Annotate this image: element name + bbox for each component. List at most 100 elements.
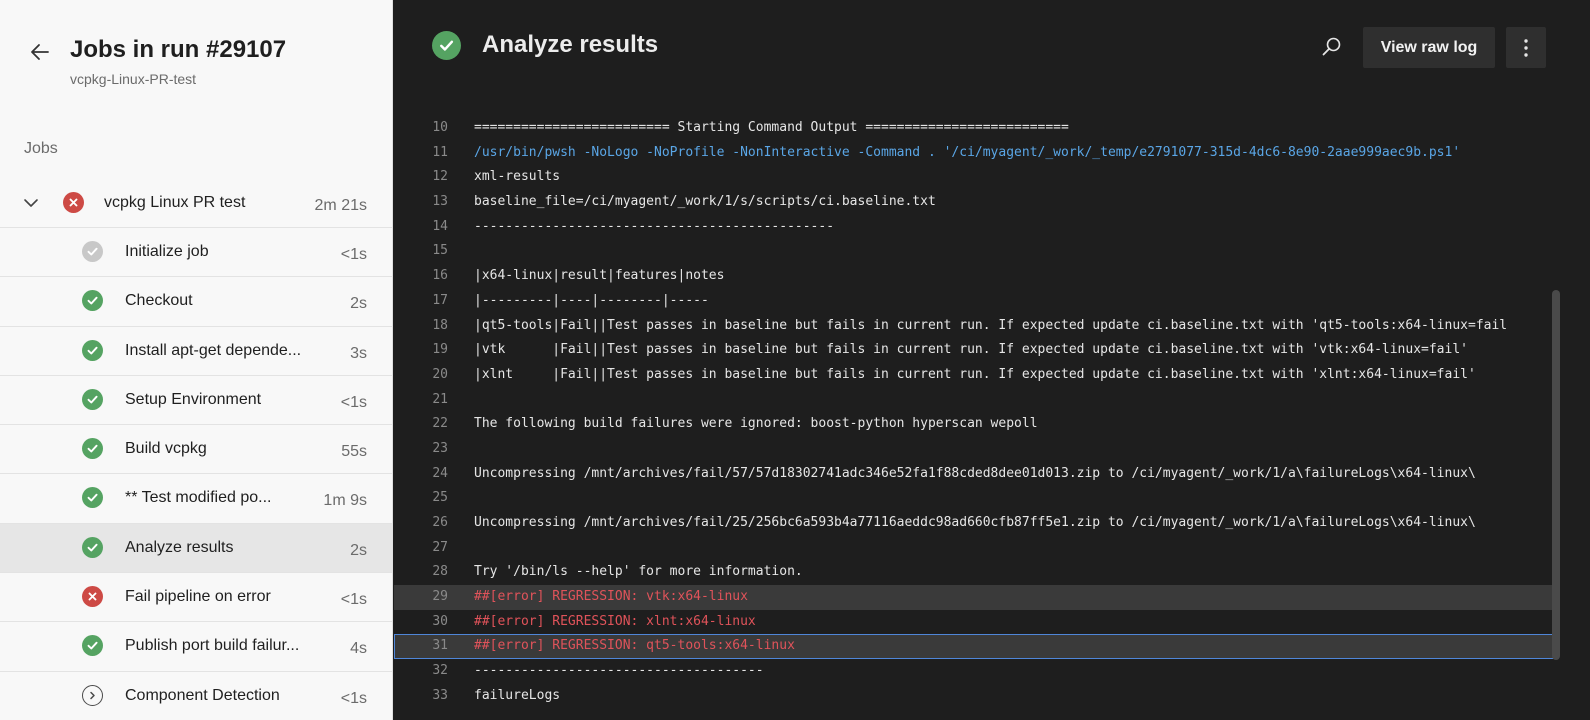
check-circle-icon xyxy=(82,635,103,657)
step-duration: 4s xyxy=(350,640,367,658)
log-text: baseline_file=/ci/myagent/_work/1/s/scri… xyxy=(474,194,936,210)
line-number: 12 xyxy=(432,169,448,185)
log-line[interactable]: 14 --------------------------------------… xyxy=(394,215,1554,240)
log-line[interactable]: 33 failureLogs xyxy=(394,684,1554,709)
log-text: |xlnt |Fail||Test passes in baseline but… xyxy=(474,366,1476,382)
line-number: 17 xyxy=(432,292,448,308)
line-number: 33 xyxy=(432,687,448,703)
job-step[interactable]: Install apt-get depende... 3s xyxy=(0,327,392,376)
line-number: 27 xyxy=(432,539,448,555)
job-step[interactable]: ** Test modified po... 1m 9s xyxy=(0,474,392,524)
job-vcpkg-linux-pr-test[interactable]: vcpkg Linux PR test 2m 21s xyxy=(0,178,392,228)
line-number: 23 xyxy=(432,440,448,456)
step-name: Checkout xyxy=(125,292,193,310)
line-number: 22 xyxy=(432,416,448,432)
back-button[interactable] xyxy=(26,38,54,66)
run-title: Jobs in run #29107 xyxy=(70,36,287,63)
line-number: 20 xyxy=(432,366,448,382)
step-name: Fail pipeline on error xyxy=(125,588,271,606)
log-line[interactable]: 13 baseline_file=/ci/myagent/_work/1/s/sc… xyxy=(394,190,1554,215)
log-text: ##[error] REGRESSION: vtk:x64-linux xyxy=(474,589,748,605)
line-number: 16 xyxy=(432,268,448,284)
step-duration: 2s xyxy=(350,295,367,313)
job-duration: 2m 21s xyxy=(314,197,367,214)
log-text: failureLogs xyxy=(474,687,561,703)
log-line[interactable]: 12 xml-results xyxy=(394,165,1554,190)
log-line[interactable]: 15 xyxy=(394,239,1554,264)
log-line[interactable]: 25 xyxy=(394,486,1554,511)
step-status xyxy=(82,635,103,657)
line-number: 32 xyxy=(432,663,448,679)
log-line[interactable]: 31 ##[error] REGRESSION: qt5-tools:x64-li… xyxy=(394,634,1554,660)
log-line[interactable]: 28 Try '/bin/ls --help' for more informat… xyxy=(394,560,1554,585)
line-number: 24 xyxy=(432,465,448,481)
error-circle-icon xyxy=(63,192,84,213)
check-circle-icon xyxy=(82,290,103,312)
job-status-icon xyxy=(63,192,84,213)
log-line[interactable]: 20 |xlnt |Fail||Test passes in baseline b… xyxy=(394,363,1554,388)
view-raw-log-button[interactable]: View raw log xyxy=(1363,27,1495,68)
log-line[interactable]: 30 ##[error] REGRESSION: xlnt:x64-linux xyxy=(394,610,1554,635)
line-number: 28 xyxy=(432,564,448,580)
more-vertical-icon xyxy=(1524,38,1528,57)
log-text: |---------|----|--------|----- xyxy=(474,292,709,308)
job-name: vcpkg Linux PR test xyxy=(104,194,246,211)
log-text: |vtk |Fail||Test passes in baseline but … xyxy=(474,342,1468,358)
line-number: 11 xyxy=(432,144,448,160)
log-text: /usr/bin/pwsh -NoLogo -NoProfile -NonInt… xyxy=(474,144,1461,160)
step-status xyxy=(82,388,103,410)
step-name: Setup Environment xyxy=(125,390,262,408)
log-line[interactable]: 10 ========================= Starting Com… xyxy=(394,116,1554,141)
log-line[interactable]: 18 |qt5-tools|Fail||Test passes in baseli… xyxy=(394,314,1554,339)
check-circle-icon xyxy=(82,438,103,460)
log-line[interactable]: 27 xyxy=(394,536,1554,561)
check-circle-icon xyxy=(82,339,103,361)
step-name: Component Detection xyxy=(125,686,280,704)
log-line[interactable]: 23 xyxy=(394,437,1554,462)
line-number: 14 xyxy=(432,218,448,234)
job-step[interactable]: Initialize job <1s xyxy=(0,228,392,278)
log-line[interactable]: 32 ------------------------------------- xyxy=(394,659,1554,684)
log-panel: Analyze results View raw log 10 =========… xyxy=(394,0,1590,720)
log-line[interactable]: 16 |x64-linux|result|features|notes xyxy=(394,264,1554,289)
log-line[interactable]: 22 The following build failures were igno… xyxy=(394,412,1554,437)
step-status xyxy=(82,438,103,460)
job-step[interactable]: Checkout 2s xyxy=(0,277,392,327)
check-circle-icon xyxy=(82,487,103,509)
step-status-icon xyxy=(432,31,461,60)
log-line[interactable]: 19 |vtk |Fail||Test passes in baseline bu… xyxy=(394,338,1554,363)
log-text: |qt5-tools|Fail||Test passes in baseline… xyxy=(474,317,1508,333)
step-duration: 2s xyxy=(350,541,367,559)
log-line[interactable]: 29 ##[error] REGRESSION: vtk:x64-linux xyxy=(394,585,1554,610)
check-circle-icon xyxy=(82,388,103,410)
job-step[interactable]: Fail pipeline on error <1s xyxy=(0,573,392,623)
step-status xyxy=(82,536,103,558)
job-step[interactable]: Build vcpkg 55s xyxy=(0,425,392,475)
job-step[interactable]: Publish port build failur... 4s xyxy=(0,622,392,672)
job-step[interactable]: Setup Environment <1s xyxy=(0,376,392,426)
job-step[interactable]: Component Detection <1s xyxy=(0,672,392,720)
log-text: |x64-linux|result|features|notes xyxy=(474,268,725,284)
check-circle-icon xyxy=(82,241,103,262)
log-line[interactable]: 24 Uncompressing /mnt/archives/fail/57/57… xyxy=(394,462,1554,487)
search-button[interactable] xyxy=(1318,33,1346,61)
log-line[interactable]: 21 xyxy=(394,388,1554,413)
log-line[interactable]: 11/usr/bin/pwsh -NoLogo -NoProfile -NonI… xyxy=(394,141,1554,166)
step-duration: <1s xyxy=(340,591,367,609)
job-steps-list: Initialize job <1s Checkout 2s Install apt-g… xyxy=(0,228,392,720)
job-step[interactable]: Analyze results 2s xyxy=(0,523,392,574)
arrow-left-icon xyxy=(31,44,49,60)
step-status xyxy=(82,339,103,361)
more-actions-button[interactable] xyxy=(1506,27,1546,68)
log-scrollbar[interactable] xyxy=(1552,290,1560,660)
line-number: 31 xyxy=(432,638,448,654)
log-text: The following build failures were ignore… xyxy=(474,416,1038,432)
chevron-down-icon[interactable] xyxy=(22,194,40,212)
log-line[interactable]: 17 |---------|----|--------|----- xyxy=(394,289,1554,314)
line-number: 18 xyxy=(432,317,448,333)
log-viewer[interactable]: 10 ========================= Starting Com… xyxy=(394,116,1554,720)
step-status xyxy=(82,290,103,312)
log-line[interactable]: 26 Uncompressing /mnt/archives/fail/25/25… xyxy=(394,511,1554,536)
log-text: ##[error] REGRESSION: qt5-tools:x64-linu… xyxy=(474,638,795,654)
step-duration: 55s xyxy=(341,443,367,461)
